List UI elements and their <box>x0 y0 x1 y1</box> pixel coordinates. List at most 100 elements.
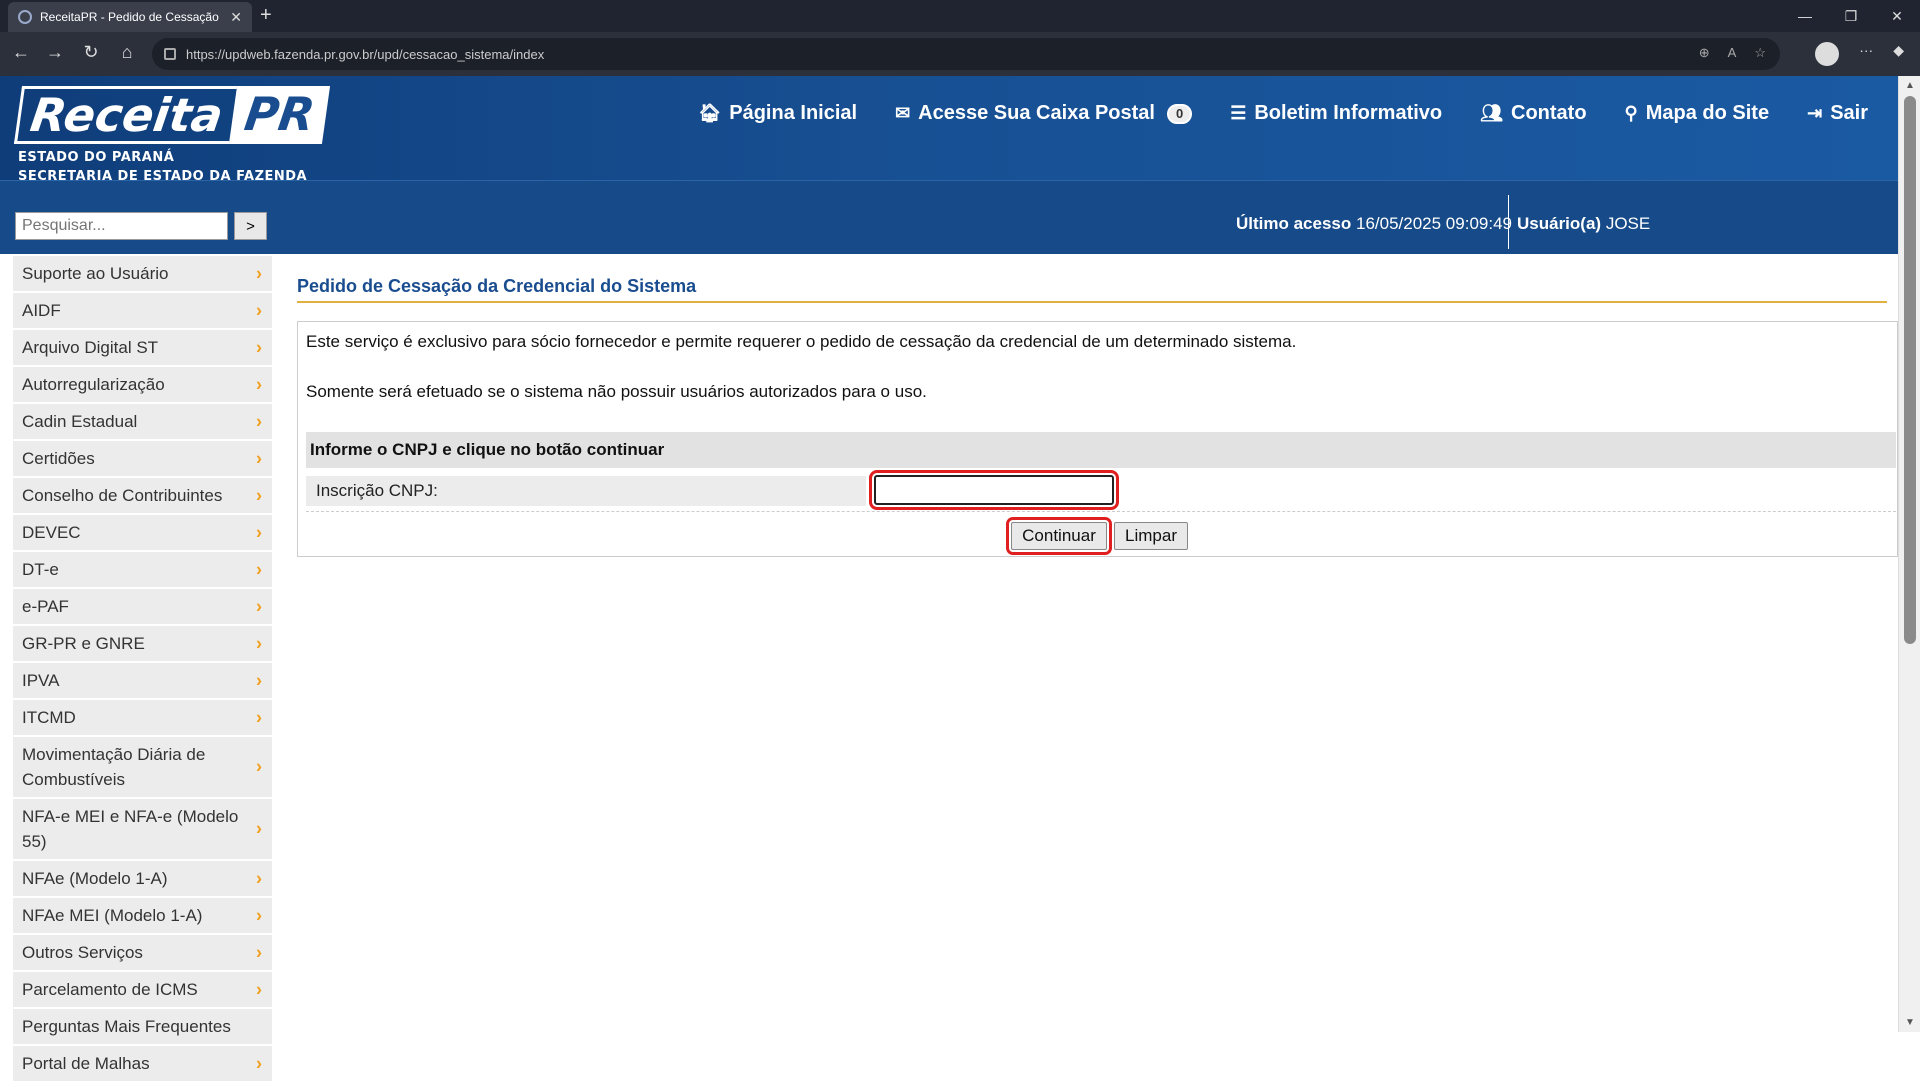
home-icon[interactable]: ⌂ <box>114 42 140 63</box>
sidebar-item[interactable]: NFAe (Modelo 1-A) › <box>13 861 272 898</box>
receita-pr-logo[interactable]: Receita PR ESTADO DO PARANÁ SECRETARIA D… <box>13 86 330 186</box>
chevron-right-icon: › <box>256 300 262 320</box>
main-content: Pedido de Cessação da Credencial do Sist… <box>297 254 1898 557</box>
chevron-right-icon: › <box>256 633 262 653</box>
nav-bulletin[interactable]: ☰ Boletim Informativo <box>1230 102 1442 125</box>
reload-icon[interactable]: ↻ <box>78 42 104 63</box>
sidebar-menu: Suporte ao Usuário › AIDF › Arquivo Digital … <box>13 256 272 1083</box>
chevron-right-icon: › <box>256 1053 262 1073</box>
nav-mailbox[interactable]: ✉ Acesse Sua Caixa Postal 0 <box>895 102 1193 125</box>
house-icon: 🏠︎ <box>698 103 722 123</box>
user-name: JOSE <box>1605 214 1651 233</box>
url-text: https://updweb.fazenda.pr.gov.br/upd/ces… <box>186 46 545 62</box>
favorite-star-icon[interactable]: ☆ <box>1754 45 1766 61</box>
sidebar-item[interactable]: GR-PR e GNRE › <box>13 626 272 663</box>
header-divider <box>1508 195 1509 249</box>
nav-bulletin-label: Boletim Informativo <box>1254 102 1443 124</box>
sidebar-item[interactable]: NFAe MEI (Modelo 1-A) › <box>13 898 272 935</box>
user-info: Usuário(a) JOSE <box>1517 214 1650 234</box>
sidebar-item-label: Autorregularização <box>22 375 165 394</box>
address-bar[interactable]: https://updweb.fazenda.pr.gov.br/upd/ces… <box>152 38 1780 70</box>
minimize-icon[interactable]: — <box>1782 0 1828 32</box>
new-tab-icon[interactable]: + <box>260 4 272 27</box>
restore-icon[interactable]: ❐ <box>1828 0 1874 32</box>
sidebar-item-label: IPVA <box>22 671 60 690</box>
sidebar-item[interactable]: IPVA › <box>13 663 272 700</box>
last-access-value: 16/05/2025 09:09:49 <box>1356 214 1512 233</box>
search-input[interactable] <box>15 212 228 240</box>
nav-contact-label: Contato <box>1511 102 1587 124</box>
sidebar-item[interactable]: NFA-e MEI e NFA-e (Modelo 55) › <box>13 799 272 861</box>
clear-button[interactable]: Limpar <box>1114 522 1188 550</box>
chevron-right-icon: › <box>256 707 262 727</box>
copilot-icon[interactable]: ◆ <box>1893 42 1904 66</box>
sidebar-item[interactable]: e-PAF › <box>13 589 272 626</box>
search-user-bar: > Último acesso 16/05/2025 09:09:49 Usuá… <box>0 180 1898 254</box>
sidebar-item-label: Cadin Estadual <box>22 412 138 431</box>
form-heading: Informe o CNPJ e clique no botão continu… <box>306 432 1896 468</box>
sidebar-item-label: Outros Serviços <box>22 943 143 962</box>
scroll-down-icon[interactable]: ▼ <box>1899 1017 1920 1028</box>
sidebar-item[interactable]: Movimentação Diária de Combustíveis › <box>13 737 272 799</box>
sidebar-item[interactable]: Cadin Estadual › <box>13 404 272 441</box>
continue-button[interactable]: Continuar <box>1006 517 1112 555</box>
sidebar-item[interactable]: AIDF › <box>13 293 272 330</box>
sidebar-item[interactable]: Perguntas Mais Frequentes <box>13 1009 272 1046</box>
more-menu-icon[interactable]: ··· <box>1859 42 1873 66</box>
list-icon: ☰ <box>1230 103 1247 123</box>
sidebar-item[interactable]: Outros Serviços › <box>13 935 272 972</box>
page-title: Pedido de Cessação da Credencial do Sist… <box>297 276 1887 303</box>
nav-home-label: Página Inicial <box>729 102 858 124</box>
sidebar-item-label: DT-e <box>22 560 59 579</box>
sidebar-item-label: e-PAF <box>22 597 69 616</box>
sidebar-item[interactable]: DT-e › <box>13 552 272 589</box>
sidebar-item[interactable]: Arquivo Digital ST › <box>13 330 272 367</box>
form-panel: Este serviço é exclusivo para sócio forn… <box>297 321 1898 557</box>
chevron-right-icon: › <box>256 448 262 468</box>
site-info-icon[interactable] <box>164 48 176 60</box>
browser-tab[interactable]: ReceitaPR - Pedido de Cessação d ✕ <box>8 2 252 32</box>
search-button[interactable]: > <box>234 212 267 240</box>
nav-logout[interactable]: ⇥ Sair <box>1807 102 1868 125</box>
browser-tabbar: ReceitaPR - Pedido de Cessação d ✕ + — ❐… <box>0 0 1920 32</box>
sidebar-item[interactable]: ITCMD › <box>13 700 272 737</box>
last-access-label: Último acesso <box>1236 214 1352 233</box>
nav-sitemap[interactable]: ⚲ Mapa do Site <box>1625 102 1770 125</box>
nav-home[interactable]: 🏠︎ Página Inicial <box>698 102 857 125</box>
back-icon[interactable]: ← <box>8 42 34 63</box>
forward-icon[interactable]: → <box>42 42 68 63</box>
scrollbar-thumb[interactable] <box>1904 96 1916 644</box>
sidebar-item[interactable]: Autorregularização › <box>13 367 272 404</box>
scroll-up-icon[interactable]: ▲ <box>1899 80 1920 91</box>
chevron-right-icon: › <box>256 670 262 690</box>
sidebar-item[interactable]: Suporte ao Usuário › <box>13 256 272 293</box>
sidebar-item-label: Portal de Malhas <box>22 1054 150 1073</box>
sidebar-item-label: NFAe MEI (Modelo 1-A) <box>22 906 203 925</box>
chevron-right-icon: › <box>256 942 262 962</box>
sidebar-item[interactable]: Parcelamento de ICMS › <box>13 972 272 1009</box>
logo-word: Receita <box>13 86 237 144</box>
profile-avatar[interactable] <box>1815 42 1840 66</box>
sidebar-item-label: Certidões <box>22 449 95 468</box>
chevron-right-icon: › <box>256 263 262 283</box>
sidebar-item[interactable]: Conselho de Contribuintes › <box>13 478 272 515</box>
cnpj-row: Inscrição CNPJ: <box>306 470 1896 512</box>
nav-contact[interactable]: 👥︎ Contato <box>1480 102 1586 125</box>
sidebar-item-label: NFAe (Modelo 1-A) <box>22 869 168 888</box>
cnpj-input[interactable] <box>869 470 1119 510</box>
zoom-icon[interactable]: ⊕ <box>1699 45 1710 61</box>
close-window-icon[interactable]: ✕ <box>1874 0 1920 32</box>
page-scrollbar[interactable]: ▲ ▼ <box>1898 76 1920 1032</box>
sidebar-item[interactable]: DEVEC › <box>13 515 272 552</box>
read-aloud-icon[interactable]: A <box>1728 45 1737 61</box>
chevron-right-icon: › <box>256 818 262 839</box>
close-tab-icon[interactable]: ✕ <box>230 9 242 26</box>
sidebar-item-label: Parcelamento de ICMS <box>22 980 198 999</box>
mailbox-count-badge: 0 <box>1166 103 1193 124</box>
sidebar-item[interactable]: Portal de Malhas › <box>13 1046 272 1083</box>
tab-title: ReceitaPR - Pedido de Cessação d <box>40 10 223 24</box>
chevron-right-icon: › <box>256 979 262 999</box>
sidebar-item-label: GR-PR e GNRE <box>22 634 145 653</box>
sidebar-item[interactable]: Certidões › <box>13 441 272 478</box>
chevron-right-icon: › <box>256 411 262 431</box>
